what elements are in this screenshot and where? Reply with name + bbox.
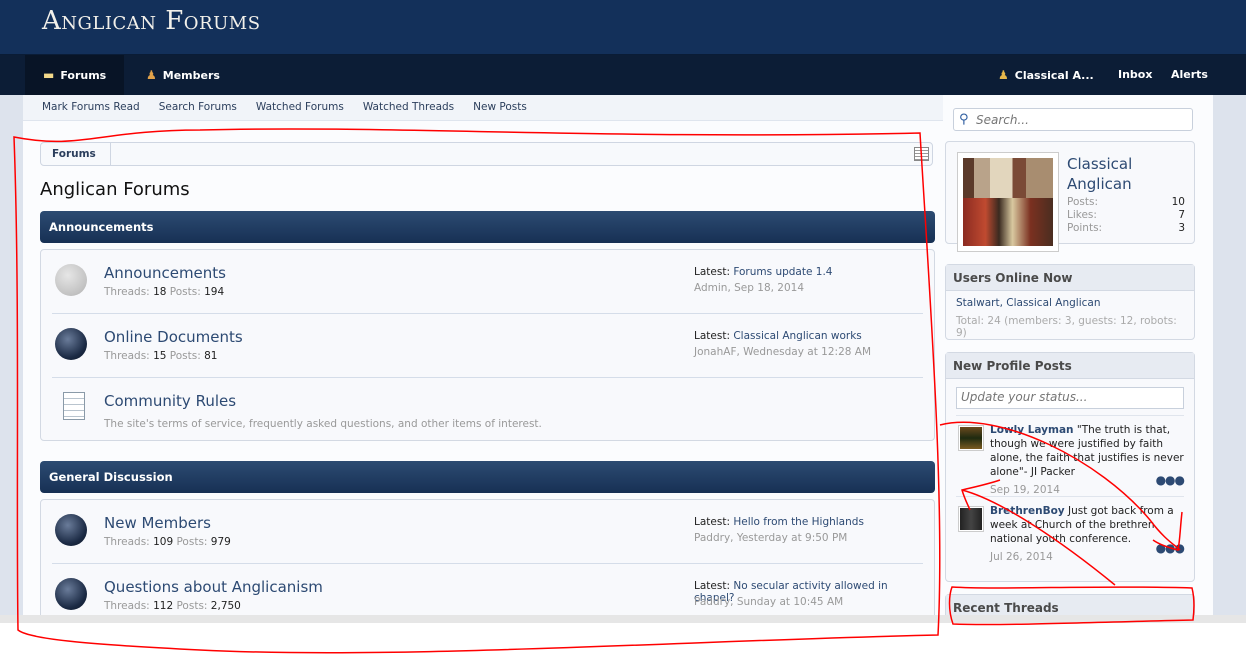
tab-label: Members xyxy=(162,69,220,82)
forum-stats: Threads: 112 Posts: 2,750 xyxy=(104,600,241,612)
forum-title[interactable]: Questions about Anglicanism xyxy=(104,578,323,596)
forum-title[interactable]: Online Documents xyxy=(104,328,243,346)
latest-meta: Paddry, Sunday at 10:45 AM xyxy=(694,596,844,608)
site-header: Anglican Forums xyxy=(0,0,1246,55)
user-icon: ♟ xyxy=(998,68,1009,82)
panel-heading: Users Online Now xyxy=(946,265,1194,291)
forum-row: Online Documents Threads: 15 Posts: 81 L… xyxy=(52,314,923,378)
page-icon xyxy=(63,392,85,420)
forum-title[interactable]: New Members xyxy=(104,514,211,532)
mark-forums-read-link[interactable]: Mark Forums Read xyxy=(42,95,140,119)
account-menu[interactable]: ♟ Classical A... xyxy=(980,55,1112,95)
watched-threads-link[interactable]: Watched Threads xyxy=(363,95,454,119)
forum-title[interactable]: Community Rules xyxy=(104,392,236,410)
forum-read-icon xyxy=(55,264,87,296)
window-edge xyxy=(0,615,1246,623)
online-total: Total: 24 (members: 3, guests: 12, robot… xyxy=(956,315,1177,339)
forum-row: New Members Threads: 109 Posts: 979 Late… xyxy=(52,500,923,564)
main-nav: ▬ Forums ♟ Members ♟ Classical A... Inbox A… xyxy=(0,55,1246,95)
latest-post: Latest: Forums update 1.4 xyxy=(694,266,833,278)
latest-post: Latest: Classical Anglican works xyxy=(694,330,862,342)
alerts-link[interactable]: Alerts xyxy=(1153,55,1226,95)
forum-unread-icon xyxy=(55,328,87,360)
forum-unread-icon xyxy=(55,514,87,546)
latest-thread-link[interactable]: Hello from the Highlands xyxy=(733,516,864,528)
more-options-icon[interactable]: ●●● xyxy=(1156,541,1185,555)
forum-stats: Threads: 18 Posts: 194 xyxy=(104,286,225,298)
breadcrumb: Forums xyxy=(40,142,933,166)
post-author[interactable]: BrethrenBoy xyxy=(990,505,1065,517)
profile-posts-panel: New Profile Posts Lowly Layman "The trut… xyxy=(945,352,1195,582)
avatar[interactable] xyxy=(958,425,984,451)
username-label: Classical A... xyxy=(1014,69,1094,82)
forums-subnav: Mark Forums Read Search Forums Watched For… xyxy=(23,95,943,121)
new-posts-link[interactable]: New Posts xyxy=(473,95,527,119)
avatar[interactable] xyxy=(957,152,1059,252)
search-icon: ⚲ xyxy=(959,112,969,127)
category-header[interactable]: Announcements xyxy=(40,211,935,243)
latest-thread-link[interactable]: Classical Anglican works xyxy=(733,330,861,342)
category-header[interactable]: General Discussion xyxy=(40,461,935,493)
category-forums: Announcements Threads: 18 Posts: 194 Lat… xyxy=(40,249,935,441)
stat-points: Points: 3 xyxy=(1067,222,1185,234)
latest-meta: JonahAF, Wednesday at 12:28 AM xyxy=(694,346,872,358)
category-forums: New Members Threads: 109 Posts: 979 Late… xyxy=(40,499,935,629)
stat-posts: Posts: 10 xyxy=(1067,196,1185,208)
members-icon: ♟ xyxy=(146,68,157,82)
online-users[interactable]: Stalwart, Classical Anglican xyxy=(946,291,1194,309)
search-input[interactable] xyxy=(976,111,1186,128)
tab-label: Forums xyxy=(60,69,107,82)
search-forums-link[interactable]: Search Forums xyxy=(159,95,237,119)
post-author[interactable]: Lowly Layman xyxy=(990,424,1074,436)
forum-title[interactable]: Announcements xyxy=(104,264,226,282)
visitor-name[interactable]: Classical Anglican xyxy=(1067,154,1167,194)
tab-members[interactable]: ♟ Members xyxy=(128,55,238,95)
site-logo[interactable]: Anglican Forums xyxy=(42,6,261,36)
search-box[interactable]: ⚲ xyxy=(953,108,1193,131)
forum-row: Announcements Threads: 18 Posts: 194 Lat… xyxy=(52,250,923,314)
more-options-icon[interactable]: ●●● xyxy=(1156,473,1185,487)
avatar[interactable] xyxy=(958,506,984,532)
latest-post: Latest: Hello from the Highlands xyxy=(694,516,864,528)
breadcrumb-forums[interactable]: Forums xyxy=(41,143,111,165)
forum-description: The site's terms of service, frequently … xyxy=(104,418,542,430)
speech-bubble-icon: ▬ xyxy=(43,68,55,82)
forum-stats: Threads: 109 Posts: 979 xyxy=(104,536,231,548)
tab-forums[interactable]: ▬ Forums xyxy=(25,55,125,95)
latest-meta: Admin, Sep 18, 2014 xyxy=(694,282,805,294)
page-title: Anglican Forums xyxy=(40,179,190,200)
latest-thread-link[interactable]: Forums update 1.4 xyxy=(733,266,832,278)
forum-unread-icon xyxy=(55,578,87,610)
sitemap-icon[interactable] xyxy=(914,147,929,161)
users-online-panel: Users Online Now Stalwart, Classical Ang… xyxy=(945,264,1195,340)
blank-area xyxy=(0,623,1246,659)
forum-row: Community Rules The site's terms of serv… xyxy=(52,378,923,442)
panel-heading[interactable]: New Profile Posts xyxy=(946,353,1194,379)
status-input[interactable] xyxy=(956,387,1184,409)
stat-likes: Likes: 7 xyxy=(1067,209,1185,221)
profile-post: BrethrenBoy Just got back from a week at… xyxy=(956,496,1185,564)
profile-post: Lowly Layman "The truth is that, though … xyxy=(956,415,1185,496)
visitor-panel: Classical Anglican Posts: 10 Likes: 7 Poin… xyxy=(945,141,1195,252)
latest-meta: Paddry, Yesterday at 9:50 PM xyxy=(694,532,848,544)
forum-stats: Threads: 15 Posts: 81 xyxy=(104,350,218,362)
watched-forums-link[interactable]: Watched Forums xyxy=(256,95,344,119)
